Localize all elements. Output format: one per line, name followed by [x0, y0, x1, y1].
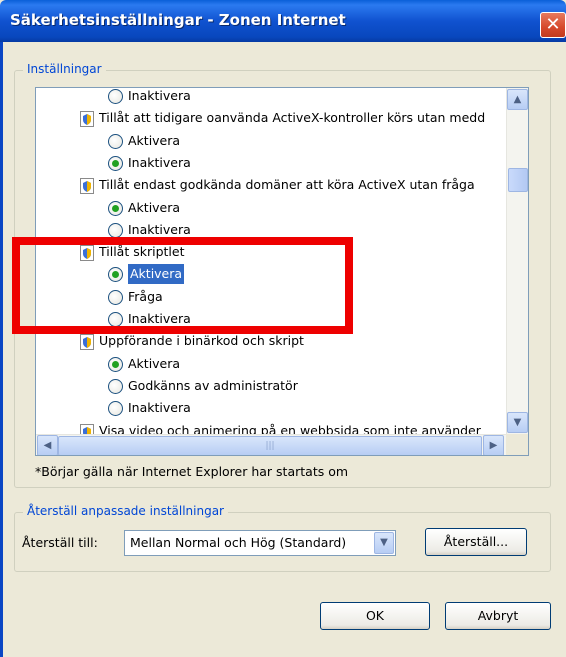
- scroll-corner: [506, 434, 528, 455]
- radio-button[interactable]: [108, 378, 123, 394]
- settings-page-icon: [80, 178, 94, 195]
- setting-label: Inaktivera: [128, 154, 191, 170]
- scroll-up-button[interactable]: ▲: [507, 89, 528, 110]
- setting-label: Uppförande i binärkod och skript: [99, 333, 304, 349]
- title-bar[interactable]: Säkerhetsinställningar - Zonen Internet …: [0, 0, 566, 42]
- highlight-box: [12, 237, 353, 334]
- chevron-right-icon: ▶: [489, 440, 498, 451]
- vertical-scrollbar[interactable]: ▲ ▼: [506, 88, 528, 434]
- radio-button[interactable]: [108, 155, 123, 171]
- setting-heading: Uppförande i binärkod och skript: [36, 331, 506, 351]
- chevron-down-icon: ▼: [513, 417, 522, 428]
- setting-option[interactable]: Inaktivera: [36, 398, 506, 418]
- setting-label: Tillåt endast godkända domäner att köra …: [99, 177, 475, 193]
- chevron-down-icon: ▼: [380, 537, 388, 548]
- radio-button[interactable]: [108, 222, 123, 238]
- setting-label: Inaktivera: [128, 400, 191, 416]
- setting-label: Aktivera: [128, 132, 181, 148]
- settings-group-title: Inställningar: [23, 62, 106, 76]
- close-button[interactable]: ✕: [540, 12, 566, 38]
- setting-label: Godkänns av administratör: [128, 377, 298, 393]
- scroll-down-button[interactable]: ▼: [507, 412, 528, 433]
- setting-option[interactable]: Godkänns av administratör: [36, 376, 506, 396]
- reset-level-dropdown-button[interactable]: ▼: [374, 532, 394, 554]
- setting-heading: Tillåt endast godkända domäner att köra …: [36, 175, 506, 195]
- settings-page-icon: [80, 111, 94, 128]
- window-title: Säkerhetsinställningar - Zonen Internet: [10, 11, 346, 29]
- chevron-left-icon: ◀: [43, 440, 52, 451]
- setting-option[interactable]: Inaktivera: [36, 88, 506, 106]
- setting-label: Inaktivera: [128, 88, 191, 103]
- setting-option[interactable]: Inaktivera: [36, 153, 506, 173]
- setting-option[interactable]: Aktivera: [36, 354, 506, 374]
- reset-group-title: Återställ anpassade inställningar: [23, 504, 228, 518]
- radio-button[interactable]: [108, 133, 123, 149]
- settings-page-icon: [80, 334, 94, 351]
- reset-level-select[interactable]: Mellan Normal och Hög (Standard) ▼: [124, 530, 396, 556]
- chevron-up-icon: ▲: [513, 94, 522, 105]
- reset-to-label: Återställ till:: [22, 535, 98, 550]
- setting-option[interactable]: Aktivera: [36, 131, 506, 151]
- window-left-border: [0, 42, 3, 657]
- setting-label: Aktivera: [128, 355, 181, 371]
- setting-label: Aktivera: [128, 199, 181, 215]
- close-icon: ✕: [545, 14, 561, 35]
- horizontal-scrollbar[interactable]: ◀ ||| ▶: [36, 434, 506, 455]
- reset-button[interactable]: Återställ...: [425, 528, 527, 556]
- cancel-button[interactable]: Avbryt: [445, 602, 551, 630]
- dialog-window: Säkerhetsinställningar - Zonen Internet …: [0, 0, 566, 657]
- restart-footnote: *Börjar gälla när Internet Explorer har …: [35, 464, 349, 479]
- scroll-right-button[interactable]: ▶: [483, 435, 504, 455]
- horizontal-scroll-thumb[interactable]: |||: [58, 436, 482, 455]
- radio-button[interactable]: [108, 89, 123, 104]
- scroll-left-button[interactable]: ◀: [37, 435, 58, 455]
- setting-heading: Tillåt att tidigare oanvända ActiveX-kon…: [36, 108, 506, 128]
- radio-button[interactable]: [108, 401, 123, 417]
- vertical-scroll-thumb[interactable]: [508, 168, 528, 192]
- radio-button[interactable]: [108, 200, 123, 216]
- radio-button[interactable]: [108, 356, 123, 372]
- setting-label: Tillåt att tidigare oanvända ActiveX-kon…: [99, 110, 486, 126]
- reset-level-value: Mellan Normal och Hög (Standard): [130, 535, 347, 550]
- setting-option[interactable]: Aktivera: [36, 198, 506, 218]
- ok-button[interactable]: OK: [320, 602, 430, 630]
